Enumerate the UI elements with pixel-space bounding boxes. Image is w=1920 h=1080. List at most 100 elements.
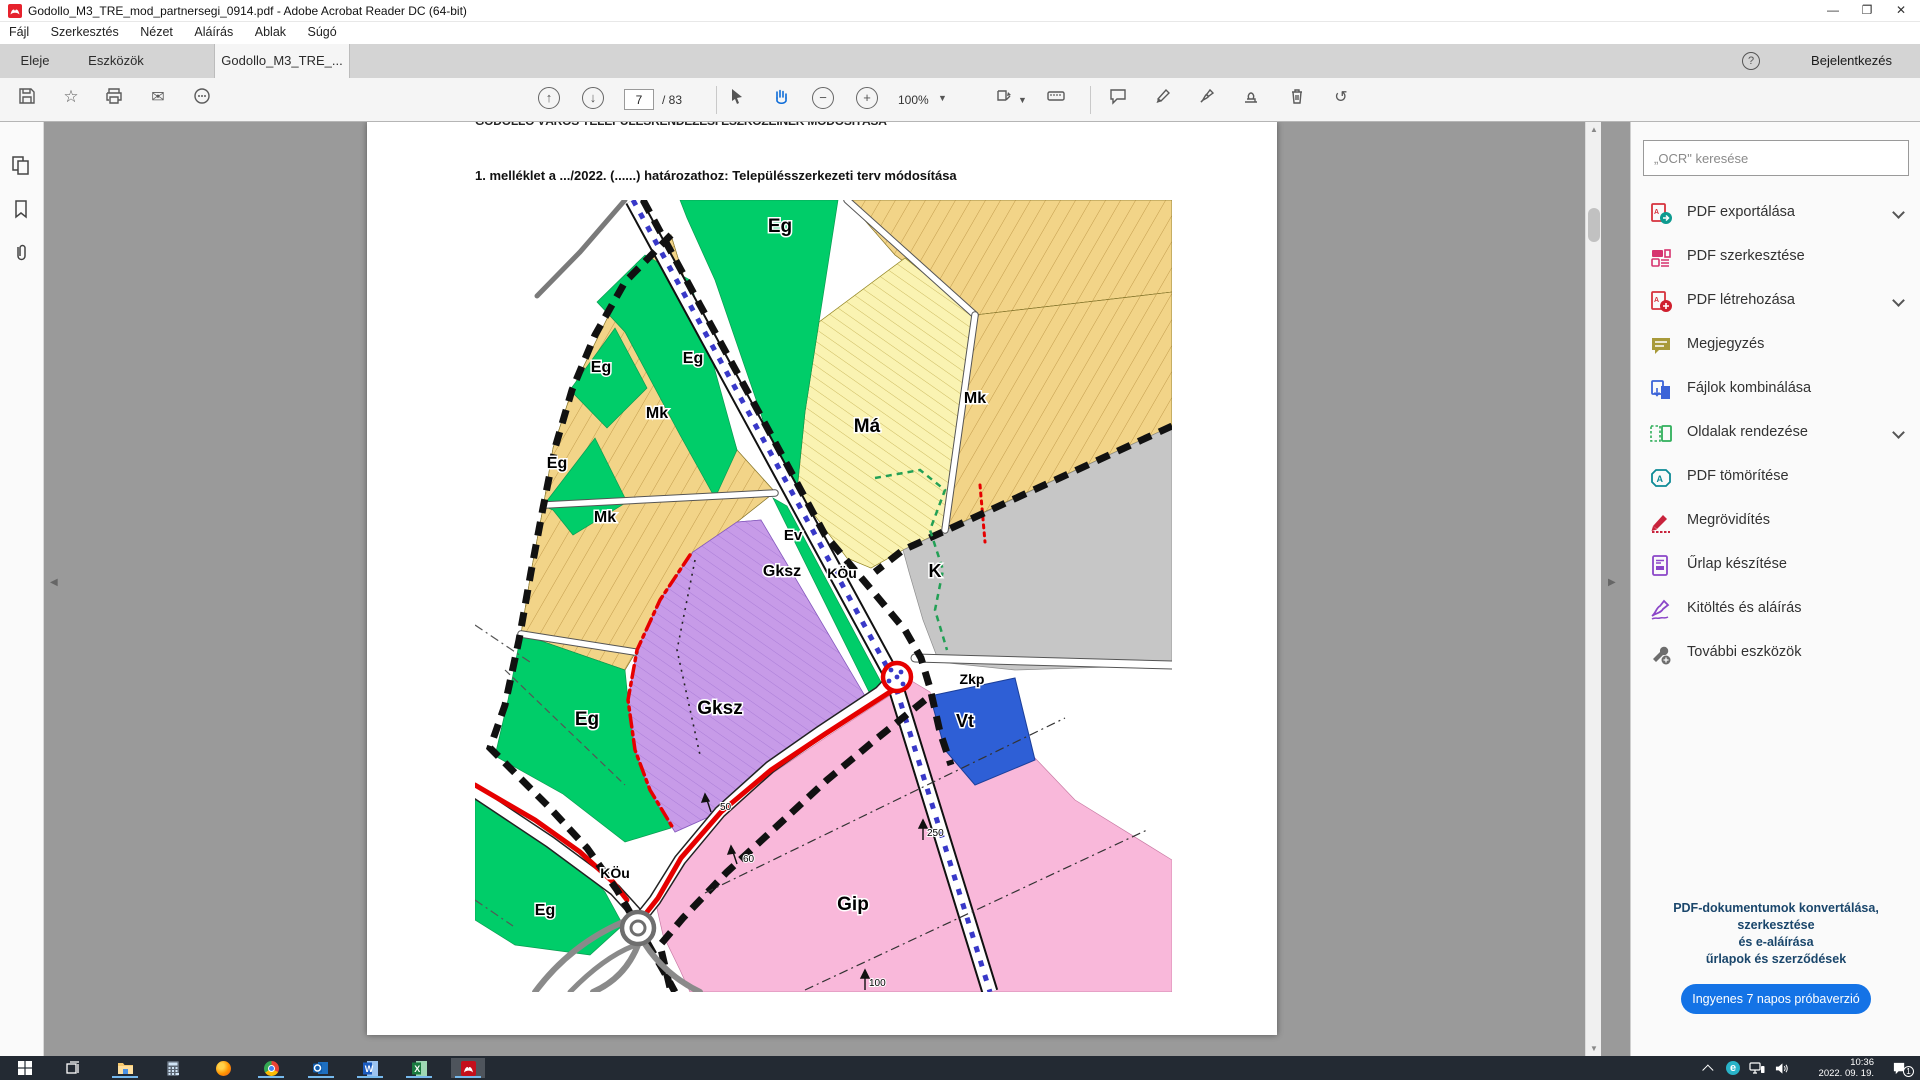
left-pane-toggle-icon[interactable]: ◀ [50, 577, 58, 588]
hand-tool-icon[interactable] [768, 87, 794, 113]
zoom-in-icon[interactable]: + [856, 87, 878, 109]
help-icon[interactable]: ? [1742, 52, 1760, 70]
print-icon[interactable] [101, 87, 127, 113]
network-tray-icon[interactable] [1746, 1058, 1768, 1078]
map-label-gip: Gip [837, 894, 869, 915]
map-measure-250: 250 [927, 828, 944, 839]
tool-export-pdf[interactable]: A PDF exportálása [1631, 192, 1920, 236]
compress-pdf-icon: A [1649, 466, 1673, 490]
star-icon[interactable]: ☆ [58, 87, 84, 113]
previous-page-icon[interactable]: ↑ [538, 87, 560, 109]
svg-text:X: X [414, 1064, 420, 1074]
fit-dropdown-icon[interactable]: ▼ [1018, 95, 1027, 105]
redact-icon [1649, 510, 1673, 534]
save-icon[interactable] [14, 87, 40, 113]
tab-home[interactable]: Eleje [4, 44, 66, 78]
tab-tools[interactable]: Eszközök [76, 44, 156, 78]
taskbar-clock[interactable]: 10:36 2022. 09. 19. [1796, 1057, 1874, 1079]
chevron-down-icon[interactable] [1892, 206, 1905, 219]
chevron-down-icon[interactable] [1892, 294, 1905, 307]
free-trial-button[interactable]: Ingyenes 7 napos próbaverzió [1681, 984, 1871, 1014]
tool-fill-sign[interactable]: Kitöltés és aláírás [1631, 588, 1920, 632]
select-tool-icon[interactable] [724, 87, 750, 113]
page-thumbnails-icon[interactable] [10, 154, 34, 178]
comment-tool-icon [1649, 334, 1673, 358]
attachments-icon[interactable] [10, 242, 34, 266]
email-icon[interactable]: ✉ [145, 87, 171, 113]
tool-edit-pdf[interactable]: PDF szerkesztése [1631, 236, 1920, 280]
roundabout-red [883, 663, 911, 691]
close-button[interactable]: ✕ [1884, 0, 1918, 21]
file-explorer-icon[interactable] [108, 1058, 142, 1078]
open-indicator [258, 1076, 284, 1078]
tools-search-input[interactable] [1643, 140, 1909, 176]
more-options-icon[interactable] [189, 87, 215, 113]
next-page-icon[interactable]: ↓ [582, 87, 604, 109]
outlook-icon[interactable] [304, 1058, 338, 1078]
tray-expand-icon[interactable] [1700, 1058, 1720, 1078]
volume-tray-icon[interactable] [1770, 1058, 1792, 1078]
comment-icon[interactable] [1105, 87, 1131, 113]
tool-compress-pdf[interactable]: A PDF tömörítése [1631, 456, 1920, 500]
map-label-gksz-upper: Gksz [763, 563, 801, 580]
scroll-down-icon[interactable]: ▼ [1586, 1041, 1602, 1056]
tool-comment[interactable]: Megjegyzés [1631, 324, 1920, 368]
right-pane-toggle-icon[interactable]: ▶ [1608, 577, 1616, 588]
start-button[interactable] [8, 1058, 42, 1078]
tool-create-pdf[interactable]: A PDF létrehozása [1631, 280, 1920, 324]
zoom-out-icon[interactable]: − [812, 87, 834, 109]
more-tools-icon [1649, 642, 1673, 666]
rotate-icon[interactable]: ↺ [1328, 87, 1354, 113]
zoom-dropdown-icon[interactable]: ▼ [938, 93, 947, 103]
word-icon[interactable]: W [353, 1058, 387, 1078]
acrobat-taskbar-icon[interactable] [451, 1058, 485, 1078]
menu-sign[interactable]: Aláírás [185, 22, 242, 42]
map-label-ma: Má [854, 416, 881, 437]
map-label-k: K [929, 561, 942, 581]
menu-view[interactable]: Nézet [131, 22, 182, 42]
notification-badge: 1 [1903, 1066, 1914, 1077]
document-canvas[interactable]: GÖDÖLLŐ VÁROS TELEPÜLÉSRENDEZÉSI ESZKÖZE… [44, 122, 1630, 1056]
scrollbar-thumb[interactable] [1588, 208, 1600, 242]
promo-line1: PDF-dokumentumok konvertálása, szerkeszt… [1641, 900, 1911, 934]
fit-width-icon[interactable] [992, 87, 1018, 113]
tool-combine-files[interactable]: Fájlok kombinálása [1631, 368, 1920, 412]
chevron-down-icon[interactable] [1892, 426, 1905, 439]
minimize-button[interactable]: — [1816, 0, 1850, 21]
tool-more-tools[interactable]: További eszközök [1631, 632, 1920, 676]
zoom-level-value[interactable]: 100% [898, 93, 929, 107]
sign-pen-icon[interactable] [1194, 87, 1220, 113]
sign-in-button[interactable]: Bejelentkezés [1811, 53, 1892, 68]
calculator-icon[interactable] [156, 1058, 190, 1078]
scrolling-mode-icon[interactable] [1043, 87, 1069, 113]
page-number-input[interactable] [624, 89, 654, 110]
promo-line3: űrlapok és szerződések [1641, 951, 1911, 968]
chrome-icon[interactable] [254, 1058, 288, 1078]
tab-bar: Eleje Eszközök Godollo_M3_TRE_... ✕ ? Be… [0, 44, 1920, 78]
tab-document[interactable]: Godollo_M3_TRE_... ✕ [214, 44, 350, 78]
task-view-button[interactable] [56, 1058, 90, 1078]
page-total-label: / 83 [662, 93, 682, 107]
map-label-mk-right: Mk [964, 390, 986, 407]
scroll-up-icon[interactable]: ▲ [1586, 122, 1602, 137]
bookmarks-icon[interactable] [10, 198, 34, 222]
notification-center-icon[interactable]: 1 [1884, 1058, 1914, 1078]
firefox-icon[interactable] [206, 1058, 240, 1078]
menu-file[interactable]: Fájl [0, 22, 38, 42]
menu-window[interactable]: Ablak [246, 22, 295, 42]
menu-edit[interactable]: Szerkesztés [42, 22, 128, 42]
svg-text:A: A [1654, 297, 1659, 304]
tool-redact[interactable]: Megrövidítés [1631, 500, 1920, 544]
antivirus-tray-icon[interactable]: e [1722, 1058, 1744, 1078]
tool-organize-pages[interactable]: Oldalak rendezése [1631, 412, 1920, 456]
open-indicator [406, 1076, 432, 1078]
delete-icon[interactable] [1284, 87, 1310, 113]
tool-prepare-form[interactable]: Űrlap készítése [1631, 544, 1920, 588]
maximize-button[interactable]: ❐ [1850, 0, 1884, 21]
highlight-icon[interactable] [1150, 87, 1176, 113]
stamp-icon[interactable] [1238, 87, 1264, 113]
excel-icon[interactable]: X [402, 1058, 436, 1078]
menu-help[interactable]: Súgó [299, 22, 346, 42]
page-header-clipped: GÖDÖLLŐ VÁROS TELEPÜLÉSRENDEZÉSI ESZKÖZE… [475, 122, 887, 128]
vertical-scrollbar[interactable]: ▲ ▼ [1585, 122, 1601, 1056]
